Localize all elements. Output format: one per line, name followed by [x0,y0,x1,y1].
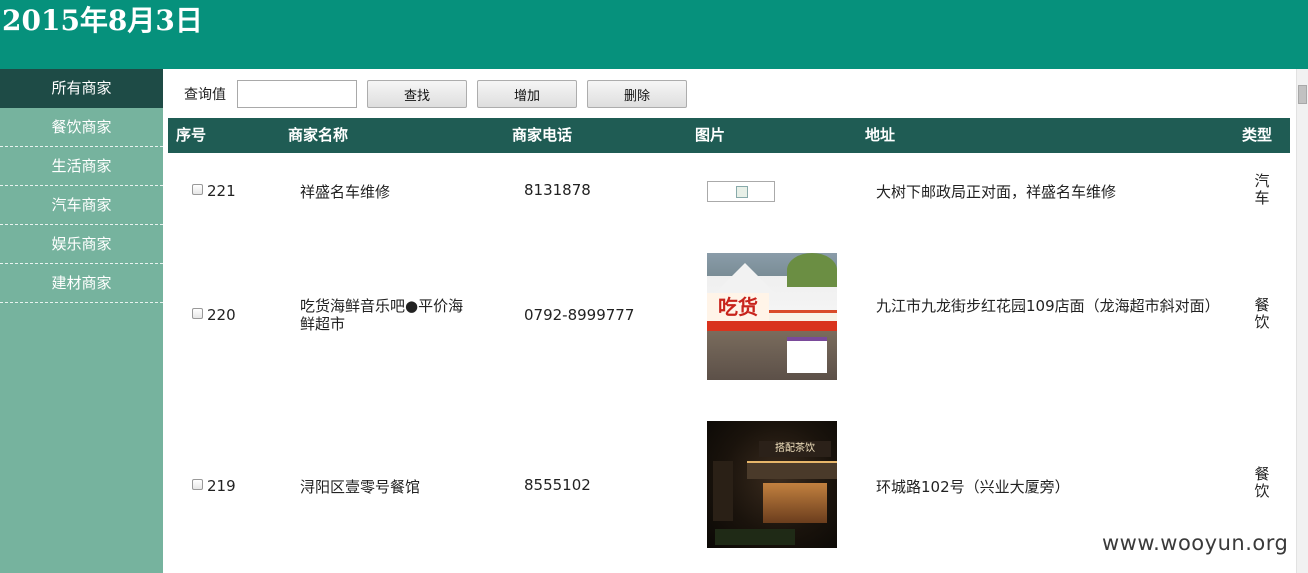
sidebar-item-auto[interactable]: 汽车商家 [0,186,163,225]
restaurant-image: 搭配茶饮 [707,421,837,548]
delete-button[interactable]: 删除 [587,80,687,108]
row-id-cell: 220 [192,306,236,324]
header-image: 图片 [695,126,726,144]
header-address: 地址 [865,126,896,144]
row-id: 221 [207,182,236,200]
sidebar-item-dining[interactable]: 餐饮商家 [0,108,163,147]
row-name: 浔阳区壹零号餐馆 [300,478,421,496]
header-name: 商家名称 [288,126,349,144]
sidebar-item-building[interactable]: 建材商家 [0,264,163,303]
query-label: 查询值 [184,87,226,103]
header-type: 类型 [1242,126,1273,144]
watermark-text: www.wooyun.org [1102,531,1289,555]
row-address: 环城路102号（兴业大厦旁） [876,478,1070,496]
restaurant-sign: 搭配茶饮 [759,441,831,457]
row-image-broken [707,181,775,202]
row-type: 餐饮 [1254,296,1270,331]
storefront-image: 吃货 [707,253,837,380]
row-address: 九江市九龙街步红花园109店面（龙海超市斜对面） [876,297,1220,315]
row-id: 220 [207,306,236,324]
find-button[interactable]: 查找 [367,80,467,108]
query-input[interactable] [237,80,357,108]
vertical-scrollbar[interactable] [1296,69,1308,573]
row-name: 祥盛名车维修 [300,183,391,201]
row-id: 219 [207,477,236,495]
sidebar: 所有商家 餐饮商家 生活商家 汽车商家 娱乐商家 建材商家 [0,69,163,573]
row-image: 搭配茶饮 [707,421,837,548]
sidebar-item-all[interactable]: 所有商家 [0,69,163,108]
row-type: 汽车 [1254,172,1270,207]
add-button[interactable]: 增加 [477,80,577,108]
page-title-date: 2015年8月3日 [2,4,203,37]
main-content: 查询值 查找 增加 删除 序号 商家名称 商家电话 图片 地址 类型 221 祥… [163,69,1296,573]
sidebar-item-entertainment[interactable]: 娱乐商家 [0,225,163,264]
row-id-cell: 221 [192,182,236,200]
row-checkbox[interactable] [192,308,203,319]
row-phone: 8131878 [524,181,591,199]
sidebar-item-life[interactable]: 生活商家 [0,147,163,186]
header-id: 序号 [176,126,207,144]
row-checkbox[interactable] [192,184,203,195]
row-image: 吃货 [707,253,837,380]
row-phone: 0792-8999777 [524,306,635,324]
row-phone: 8555102 [524,476,591,494]
storefront-sign: 吃货 [707,293,769,321]
row-checkbox[interactable] [192,479,203,490]
broken-image-icon [707,181,775,202]
scrollbar-thumb[interactable] [1298,85,1307,104]
table-header: 序号 商家名称 商家电话 图片 地址 类型 [168,118,1290,153]
row-id-cell: 219 [192,477,236,495]
page-header: 2015年8月3日 [0,0,1308,69]
row-address: 大树下邮政局正对面，祥盛名车维修 [876,183,1117,201]
row-type: 餐饮 [1254,465,1270,500]
header-phone: 商家电话 [512,126,573,144]
row-name: 吃货海鲜音乐吧●平价海鲜超市 [300,297,464,333]
